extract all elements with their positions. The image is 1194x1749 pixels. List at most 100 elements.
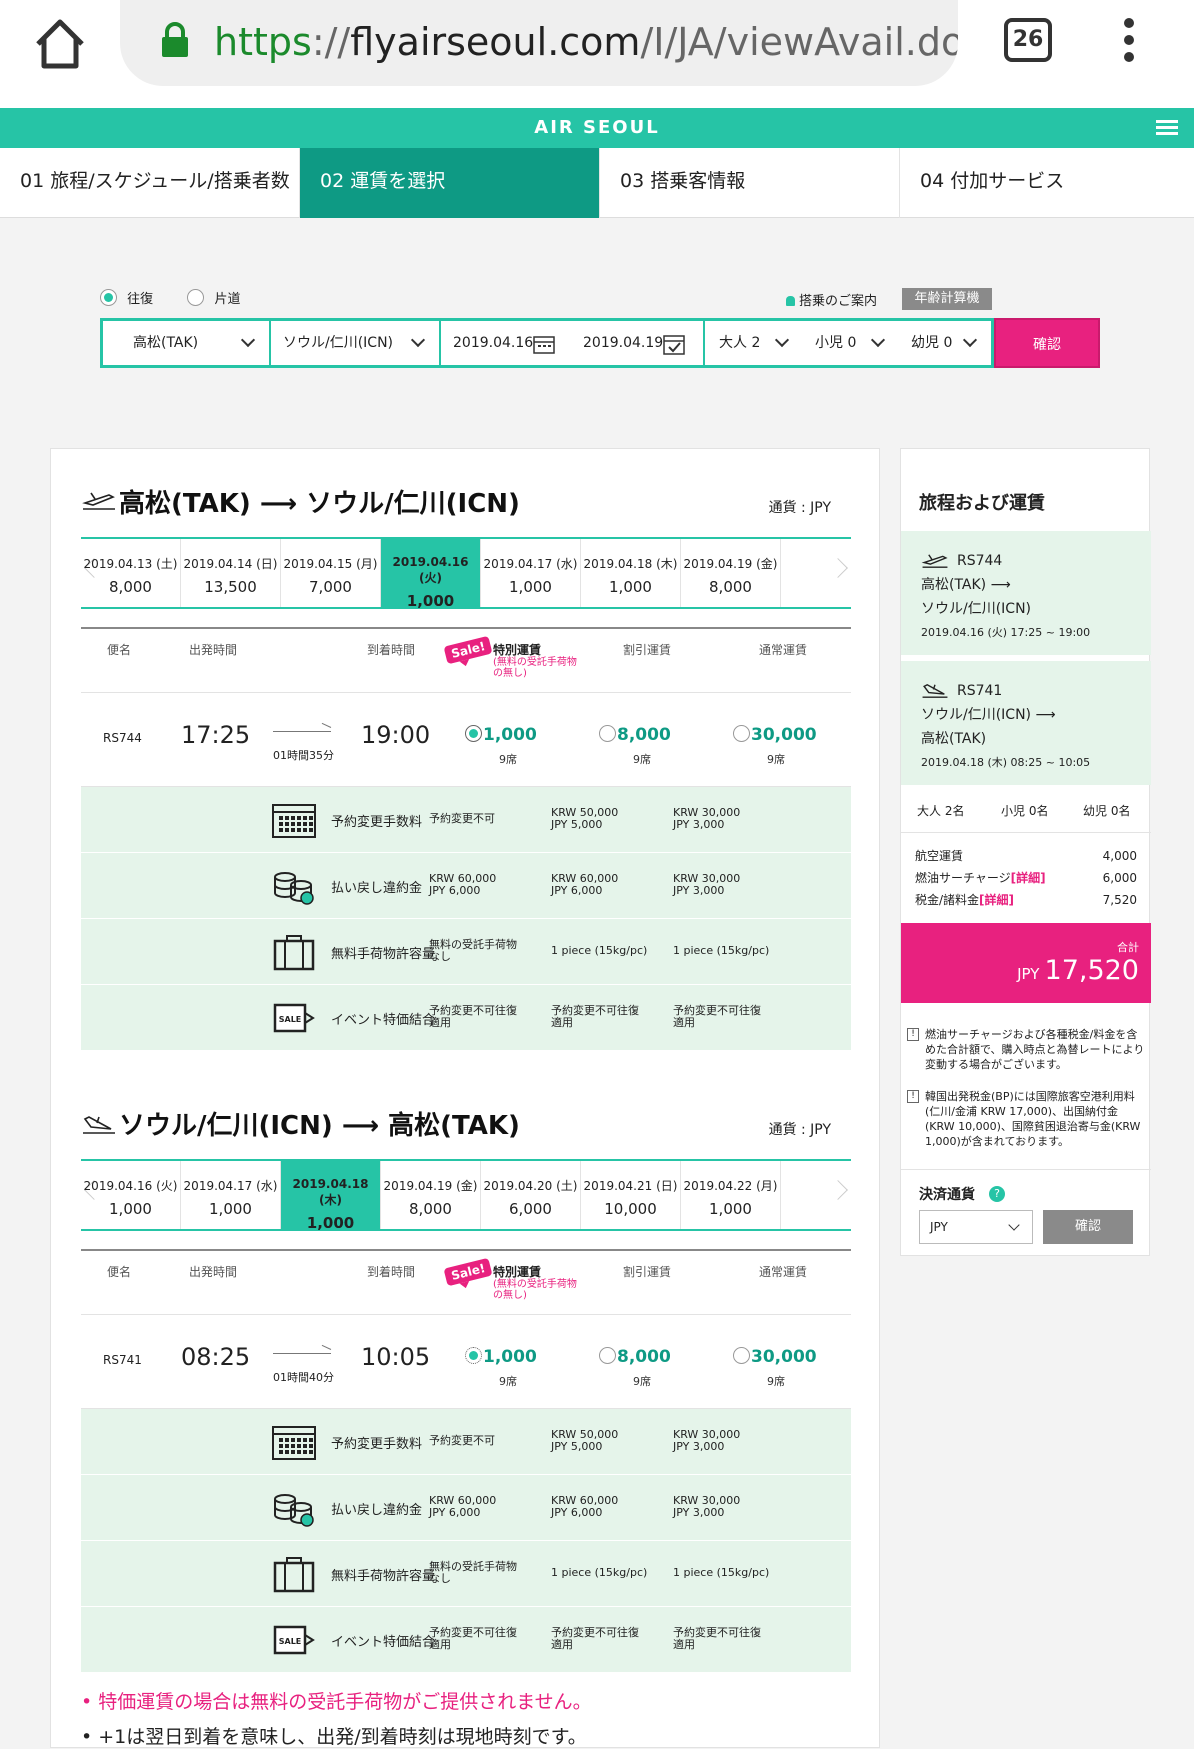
destination-select[interactable]: ソウル/仁川(ICN) bbox=[271, 321, 441, 365]
fare-selection-panel: 高松(TAK) ⟶ ソウル/仁川(ICN) 通貨 : JPY 2019.04.1… bbox=[50, 448, 880, 1748]
discount-fare-option[interactable]: 8,000 bbox=[599, 1347, 671, 1367]
inbound-route-title: ソウル/仁川(ICN) ⟶ 高松(TAK) bbox=[119, 1111, 520, 1141]
date-option[interactable]: 2019.04.16 (火) 1,000 bbox=[381, 539, 481, 610]
fare-detail-row: SALE イベント特価結合 予約変更不可往復 適用 予約変更不可往復 適用 予約変更不可往復… bbox=[81, 1607, 851, 1673]
discount-fare-option[interactable]: 8,000 bbox=[599, 725, 671, 745]
chevron-down-icon bbox=[410, 332, 426, 348]
depart-date[interactable]: 2019.04.16 bbox=[453, 321, 533, 365]
date-option[interactable]: 2019.04.20 (土) 6,000 bbox=[481, 1161, 581, 1229]
boarding-guide-link[interactable]: 搭乗のご案内 bbox=[786, 290, 877, 309]
outbound-date-strip: 2019.04.13 (土) 8,000 2019.04.14 (日) 13,500 2… bbox=[81, 537, 851, 610]
special-fare-option[interactable]: 1,000 bbox=[465, 725, 537, 745]
arrival-time: 19:00 bbox=[361, 721, 431, 749]
origin-select[interactable]: 高松(TAK) bbox=[103, 321, 271, 365]
more-options-icon[interactable] bbox=[1118, 14, 1140, 68]
fuel-detail-link[interactable]: [詳細] bbox=[1011, 871, 1046, 885]
date-label: 2019.04.17 (水) bbox=[183, 1179, 278, 1193]
next-week-arrow-icon[interactable] bbox=[828, 558, 848, 578]
date-option[interactable]: 2019.04.18 (木) 1,000 bbox=[581, 539, 681, 607]
inbound-fare-header: 便名 出発時間 到着時間 Sale! 特別運賃 (無料の受託手荷物の無し) 割引… bbox=[81, 1249, 851, 1315]
air-seoul-logo[interactable]: AIR SEOUL bbox=[0, 108, 1194, 148]
col-discount-fare: 割引運賃 bbox=[623, 1265, 672, 1279]
return-date[interactable]: 2019.04.19 bbox=[583, 321, 663, 365]
child-summary: 小児 0名 bbox=[1001, 804, 1049, 818]
date-option[interactable]: 2019.04.14 (日) 13,500 bbox=[181, 539, 281, 607]
detail-cell: KRW 30,000 JPY 3,000 bbox=[673, 872, 741, 897]
address-bar[interactable]: https://flyairseoul.com/I/JA/viewAvail.d… bbox=[120, 0, 958, 86]
chevron-down-icon bbox=[1008, 1219, 1020, 1231]
help-icon[interactable]: ? bbox=[989, 1186, 1005, 1202]
date-price: 1,000 bbox=[109, 1200, 152, 1218]
fee-fuel-surcharge: 燃油サーチャージ[詳細] 6,000 bbox=[915, 871, 1137, 885]
summary-route-from: 高松(TAK) ⟶ bbox=[921, 577, 1011, 593]
detail-cell: 1 piece (15kg/pc) bbox=[673, 1566, 770, 1579]
date-option[interactable]: 2019.04.19 (金) 8,000 bbox=[681, 539, 781, 607]
col-normal-fare: 通常運賃 bbox=[759, 643, 808, 657]
next-week-arrow-icon[interactable] bbox=[828, 1180, 848, 1200]
calendar-grid-icon bbox=[272, 1426, 316, 1460]
sale-tag-icon: SALE bbox=[273, 1625, 315, 1655]
normal-fare-option[interactable]: 30,000 bbox=[733, 1347, 817, 1367]
brand-header: AIR SEOUL bbox=[0, 108, 1194, 148]
date-option[interactable]: 2019.04.15 (月) 7,000 bbox=[281, 539, 381, 607]
detail-cell: KRW 50,000 JPY 5,000 bbox=[551, 1428, 619, 1453]
date-label: 2019.04.18 (木) bbox=[292, 1177, 369, 1207]
payment-currency-confirm-button[interactable]: 確認 bbox=[1043, 1210, 1133, 1244]
payment-currency-select[interactable]: JPY bbox=[919, 1210, 1033, 1244]
summary-route-to: 高松(TAK) bbox=[921, 731, 987, 747]
home-icon[interactable] bbox=[30, 14, 90, 74]
inbound-flight-row: RS741 08:25 01時間40分 10:05 1,000 9席 8,000… bbox=[81, 1317, 851, 1409]
date-price: 10,000 bbox=[604, 1200, 657, 1218]
sale-badge: Sale! bbox=[443, 1257, 493, 1287]
detail-cell: 予約変更不可往復 適用 bbox=[673, 1626, 761, 1651]
step-select-fare[interactable]: 02 運賃を選択 bbox=[300, 148, 600, 218]
fare-detail-row: 予約変更手数料 予約変更不可 KRW 50,000 JPY 5,000 KRW 30,0… bbox=[81, 1409, 851, 1475]
date-option[interactable]: 2019.04.18 (木) 1,000 bbox=[281, 1161, 381, 1232]
flight-number: RS741 bbox=[103, 1353, 142, 1367]
search-confirm-button[interactable]: 確認 bbox=[994, 318, 1100, 368]
calendar-check-icon[interactable] bbox=[663, 333, 685, 355]
step-extra-services[interactable]: 04 付加サービス bbox=[900, 148, 1194, 218]
fee-breakdown: 航空運賃 4,000 燃油サーチャージ[詳細] 6,000 税金/諸料金[詳細] 7,… bbox=[915, 845, 1137, 911]
date-option[interactable]: 2019.04.13 (土) 8,000 bbox=[81, 539, 181, 607]
info-icon: ! bbox=[907, 1028, 919, 1041]
step-itinerary[interactable]: 01 旅程/スケジュール/搭乗者数 bbox=[0, 148, 300, 218]
normal-fare-option[interactable]: 30,000 bbox=[733, 725, 817, 745]
fare-detail-row: 無料手荷物許容量 無料の受託手荷物 なし 1 piece (15kg/pc) 1 pie… bbox=[81, 1541, 851, 1607]
outbound-route-title: 高松(TAK) ⟶ ソウル/仁川(ICN) bbox=[119, 489, 520, 519]
child-count[interactable]: 小児 0 bbox=[815, 321, 856, 365]
info-icon: ! bbox=[907, 1090, 919, 1103]
date-range-picker[interactable]: 2019.04.16 2019.04.19 bbox=[441, 321, 705, 365]
calendar-icon[interactable] bbox=[533, 334, 555, 354]
special-fare-option[interactable]: 1,000 bbox=[465, 1347, 537, 1367]
round-trip-label: 往復 bbox=[127, 292, 154, 307]
detail-label: 予約変更手数料 bbox=[331, 815, 423, 830]
infant-count[interactable]: 幼児 0 bbox=[911, 321, 952, 365]
date-option[interactable]: 2019.04.16 (火) 1,000 bbox=[81, 1161, 181, 1229]
one-way-radio[interactable] bbox=[187, 289, 205, 306]
date-option[interactable]: 2019.04.21 (日) 10,000 bbox=[581, 1161, 681, 1229]
date-option[interactable]: 2019.04.19 (金) 8,000 bbox=[381, 1161, 481, 1229]
payment-currency-title: 決済通貨 bbox=[919, 1187, 975, 1203]
tab-count-button[interactable]: 26 bbox=[1004, 18, 1052, 62]
date-price: 8,000 bbox=[709, 578, 752, 596]
col-special-fare: 特別運賃 bbox=[493, 643, 542, 657]
flight-arrow-icon bbox=[273, 731, 331, 732]
one-way-label: 片道 bbox=[214, 292, 241, 307]
tax-detail-link[interactable]: [詳細] bbox=[979, 893, 1014, 907]
adult-count[interactable]: 大人 2 bbox=[719, 321, 760, 365]
detail-cell: KRW 60,000 JPY 6,000 bbox=[551, 1494, 619, 1519]
date-option[interactable]: 2019.04.22 (月) 1,000 bbox=[681, 1161, 781, 1229]
hamburger-menu-icon[interactable] bbox=[1156, 120, 1178, 136]
lock-icon bbox=[162, 22, 188, 57]
date-option[interactable]: 2019.04.17 (水) 1,000 bbox=[181, 1161, 281, 1229]
step-passenger-info[interactable]: 03 搭乗客情報 bbox=[600, 148, 900, 218]
date-option[interactable]: 2019.04.17 (水) 1,000 bbox=[481, 539, 581, 607]
date-price: 7,000 bbox=[309, 578, 352, 596]
detail-cell: 予約変更不可往復 適用 bbox=[551, 1626, 639, 1651]
age-calculator-button[interactable]: 年齢計算機 bbox=[902, 288, 992, 310]
round-trip-radio[interactable] bbox=[100, 289, 117, 306]
col-departure: 出発時間 bbox=[189, 643, 238, 657]
coins-refund-icon bbox=[274, 872, 314, 905]
date-label: 2019.04.19 (金) bbox=[683, 557, 778, 571]
